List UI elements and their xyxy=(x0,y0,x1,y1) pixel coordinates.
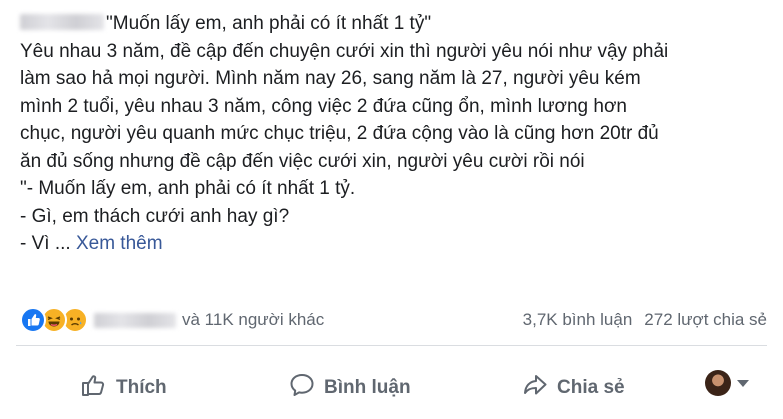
share-label: Chia sẻ xyxy=(557,377,625,398)
truncated-text: - Vì ... xyxy=(20,233,76,254)
post-text-line: - Gì, em thách cưới anh hay gì? xyxy=(20,205,290,227)
post-text-line: chục, người yêu quanh mức chục triệu, 2 … xyxy=(20,123,659,144)
like-label: Thích xyxy=(116,377,167,398)
divider xyxy=(16,345,767,346)
thumbs-up-icon xyxy=(80,371,116,405)
reaction-icons[interactable] xyxy=(20,307,88,333)
post-header-text: "Muốn lấy em, anh phải có ít nhất 1 tỷ" xyxy=(106,13,432,34)
comment-label: Bình luận xyxy=(324,377,411,398)
post-text-line: Yêu nhau 3 năm, đề cập đến chuyện cưới x… xyxy=(20,40,669,62)
like-icon xyxy=(20,307,46,333)
share-button[interactable]: Chia sẻ xyxy=(521,371,625,405)
blurred-author-name xyxy=(20,13,104,30)
like-button[interactable]: Thích xyxy=(80,371,167,405)
shares-count[interactable]: 272 lượt chia sẻ xyxy=(644,310,767,330)
blurred-reactor-names xyxy=(94,312,176,328)
post-text-line-last: - Vì ... Xem thêm xyxy=(20,230,770,258)
see-more-link[interactable]: Xem thêm xyxy=(76,233,163,254)
audience-selector[interactable] xyxy=(705,370,749,396)
facebook-post: "Muốn lấy em, anh phải có ít nhất 1 tỷ" … xyxy=(0,0,783,419)
post-header-line: "Muốn lấy em, anh phải có ít nhất 1 tỷ" xyxy=(20,10,770,38)
reactions-bar: và 11K người khác 3,7K bình luận 272 lượ… xyxy=(20,303,767,337)
post-body: "Muốn lấy em, anh phải có ít nhất 1 tỷ" … xyxy=(20,10,770,258)
reactions-others-text[interactable]: và 11K người khác xyxy=(182,310,324,330)
caret-down-icon xyxy=(737,372,749,394)
post-text-line: ăn đủ sống nhưng đề cập đến việc cưới xi… xyxy=(20,150,585,172)
post-text-line: "- Muốn lấy em, anh phải có ít nhất 1 tỷ… xyxy=(20,178,356,199)
share-icon xyxy=(521,371,557,405)
post-text-line: làm sao hả mọi người. Mình năm nay 26, s… xyxy=(20,68,641,89)
avatar xyxy=(705,370,731,396)
comment-button[interactable]: Bình luận xyxy=(288,371,411,405)
action-bar: Thích Bình luận Chia sẻ xyxy=(16,358,767,410)
comment-icon xyxy=(288,371,324,405)
comments-count[interactable]: 3,7K bình luận xyxy=(523,310,633,330)
post-text-line: mình 2 tuổi, yêu nhau 3 năm, công việc 2… xyxy=(20,95,627,117)
